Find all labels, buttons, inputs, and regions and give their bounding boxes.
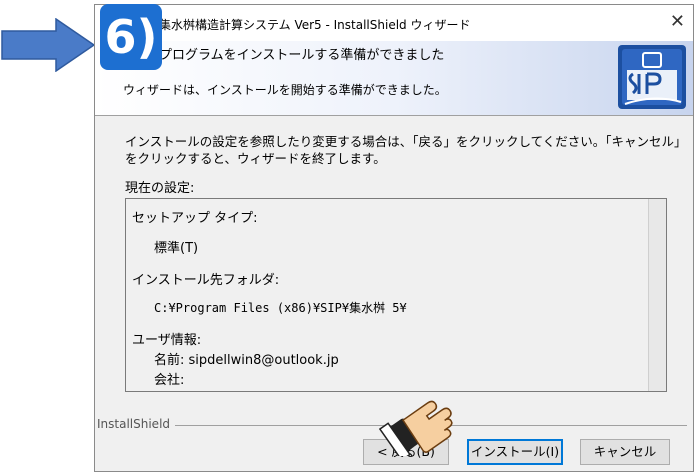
close-icon[interactable]: ✕ (670, 11, 685, 33)
installshield-label: InstallShield (97, 417, 171, 431)
instruction-arrow-icon (1, 18, 96, 72)
sip-logo-icon (618, 45, 686, 109)
setup-type-label: セットアップ タイプ: (132, 211, 258, 226)
pointing-hand-icon (378, 400, 453, 456)
header-heading: プログラムをインストールする準備ができました (159, 48, 445, 63)
user-info-label: ユーザ情報: (132, 333, 202, 348)
description-text: インストールの設定を参照したり変更する場合は、「戻る」をクリックしてください。「… (125, 134, 681, 166)
vertical-scrollbar[interactable] (648, 199, 666, 391)
title-bar: 集水桝構造計算システム Ver5 - InstallShield ウィザード ✕ (95, 5, 693, 41)
install-folder-label: インストール先フォルダ: (132, 273, 280, 288)
install-folder-value: C:¥Program Files (x86)¥SIP¥集水桝 5¥ (154, 301, 407, 315)
step-badge: 6) (100, 4, 162, 70)
company-line: 会社: (154, 373, 185, 388)
header-subheading: ウィザードは、インストールを開始する準備ができました。 (123, 83, 447, 97)
current-settings-label: 現在の設定: (125, 181, 195, 196)
wizard-header: プログラムをインストールする準備ができました ウィザードは、インストールを開始す… (95, 41, 693, 116)
settings-summary-box[interactable]: セットアップ タイプ: 標準(T) インストール先フォルダ: C:¥Progra… (125, 198, 667, 392)
window-title: 集水桝構造計算システム Ver5 - InstallShield ウィザード (159, 18, 471, 32)
install-button[interactable]: インストール(I) (467, 439, 563, 465)
user-name-line: 名前: sipdellwin8@outlook.jp (154, 353, 339, 368)
setup-type-value: 標準(T) (154, 241, 199, 256)
cancel-button[interactable]: キャンセル (580, 439, 670, 465)
